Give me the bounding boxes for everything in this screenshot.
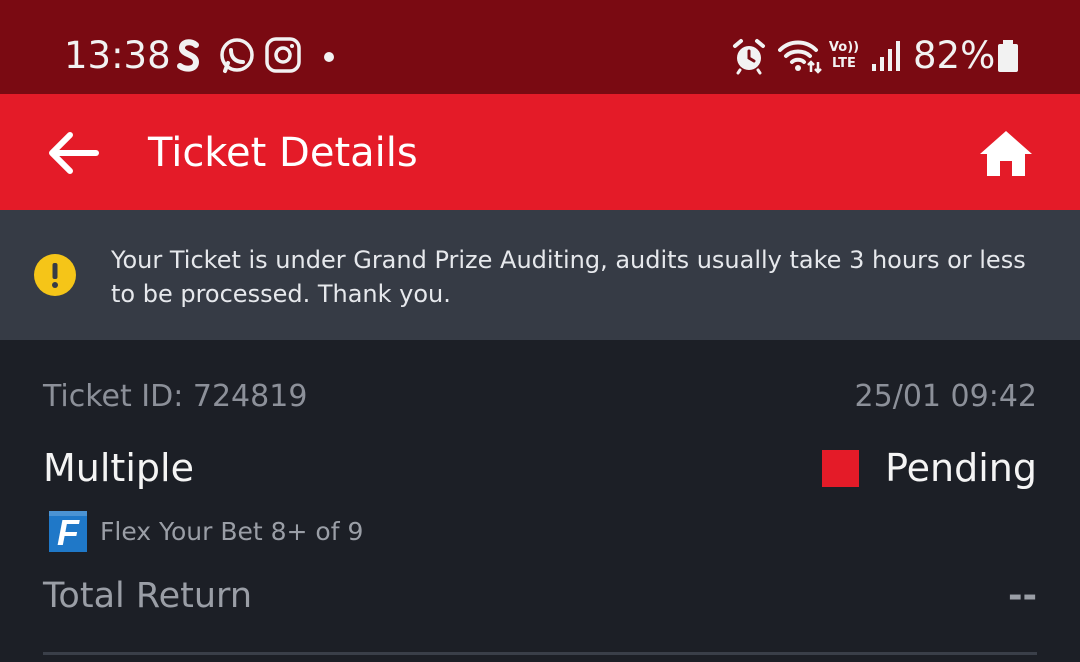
status-time: 13:38 xyxy=(64,34,171,77)
audit-notice-text: Your Ticket is under Grand Prize Auditin… xyxy=(111,246,1026,308)
bet-type: Multiple xyxy=(43,446,194,490)
pending-status-indicator xyxy=(822,450,859,487)
battery-percentage: 82% xyxy=(913,34,996,77)
total-return-value: -- xyxy=(1007,576,1037,616)
volte-icon: Vo)) LTE xyxy=(828,40,860,76)
instagram-icon xyxy=(265,37,301,73)
warning-icon xyxy=(34,254,76,296)
home-icon[interactable] xyxy=(978,128,1034,178)
signal-icon xyxy=(872,41,900,71)
flex-bet-logo-icon: F xyxy=(49,511,87,552)
battery-icon xyxy=(998,40,1018,72)
back-arrow-icon[interactable] xyxy=(46,130,100,176)
ticket-status: Pending xyxy=(885,446,1037,490)
notification-dot-icon xyxy=(324,52,334,62)
volte-label-top: Vo)) xyxy=(828,40,860,55)
s-app-icon xyxy=(177,39,200,72)
flex-bet-description: Flex Your Bet 8+ of 9 xyxy=(100,517,364,546)
flex-logo-letter: F xyxy=(57,512,80,552)
volte-label-bottom: LTE xyxy=(832,56,856,71)
wifi-icon xyxy=(778,40,822,74)
audit-notice-banner: Your Ticket is under Grand Prize Auditin… xyxy=(0,210,1080,340)
page-title: Ticket Details xyxy=(148,130,418,176)
ticket-id: Ticket ID: 724819 xyxy=(43,379,308,414)
total-return-label: Total Return xyxy=(43,576,253,616)
divider xyxy=(43,652,1037,655)
app-bar: Ticket Details xyxy=(0,94,1080,210)
whatsapp-icon xyxy=(220,38,254,73)
alarm-icon xyxy=(733,39,765,75)
ticket-datetime: 25/01 09:42 xyxy=(854,379,1037,414)
status-bar: 13:38 Vo)) LTE 82% xyxy=(0,0,1080,94)
